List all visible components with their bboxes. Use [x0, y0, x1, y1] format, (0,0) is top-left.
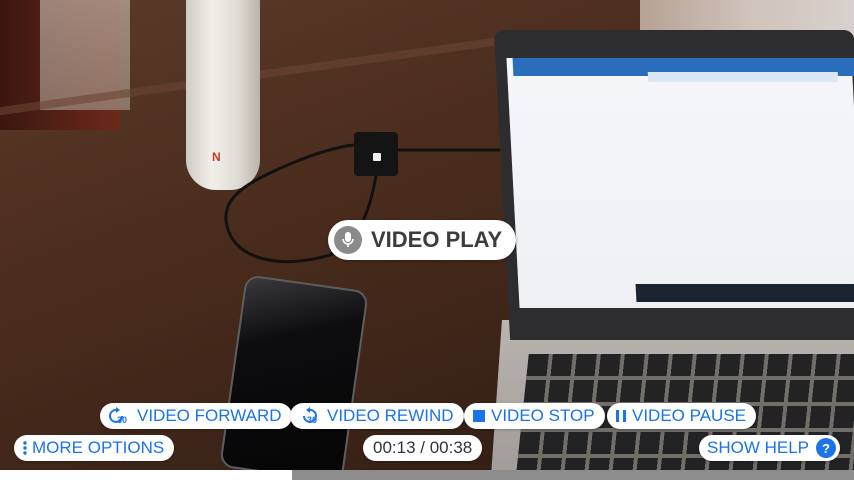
video-play-button[interactable]: VIDEO PLAY	[328, 220, 517, 260]
stop-icon	[472, 409, 486, 423]
video-pause-button[interactable]: VIDEO PAUSE	[607, 403, 756, 429]
time-label: 00:13 / 00:38	[373, 438, 473, 457]
show-help-button[interactable]: SHOW HELP ?	[699, 435, 841, 461]
windows-taskbar	[635, 284, 854, 302]
more-options-button[interactable]: MORE OPTIONS	[14, 435, 175, 461]
video-rewind-label: VIDEO REWIND	[327, 406, 454, 425]
show-help-label: SHOW HELP	[707, 438, 810, 457]
pause-icon	[615, 409, 627, 423]
rewind-30-icon: 30	[298, 407, 322, 425]
video-stop-button[interactable]: VIDEO STOP	[464, 403, 605, 429]
video-stop-label: VIDEO STOP	[491, 406, 595, 425]
laptop-screen	[506, 58, 854, 308]
more-options-label: MORE OPTIONS	[32, 438, 165, 457]
time-display: 00:13 / 00:38	[363, 435, 483, 461]
help-icon: ?	[816, 438, 837, 458]
adapter-port	[373, 153, 381, 161]
smartphone	[219, 274, 369, 480]
mic-icon	[334, 226, 362, 254]
forward-seconds: 30	[117, 415, 127, 425]
browser-address-bar	[647, 72, 839, 82]
video-forward-label: VIDEO FORWARD	[137, 406, 282, 425]
progress-bar[interactable]	[0, 470, 854, 480]
progress-bar-fill	[0, 470, 293, 480]
video-pause-label: VIDEO PAUSE	[632, 406, 746, 425]
video-forward-button[interactable]: 30 VIDEO FORWARD	[100, 403, 292, 429]
video-play-label: VIDEO PLAY	[371, 227, 503, 252]
more-vertical-icon	[22, 440, 28, 456]
rewind-seconds: 30	[307, 415, 317, 425]
forward-30-icon: 30	[108, 407, 132, 425]
video-rewind-button[interactable]: 30 VIDEO REWIND	[290, 403, 464, 429]
